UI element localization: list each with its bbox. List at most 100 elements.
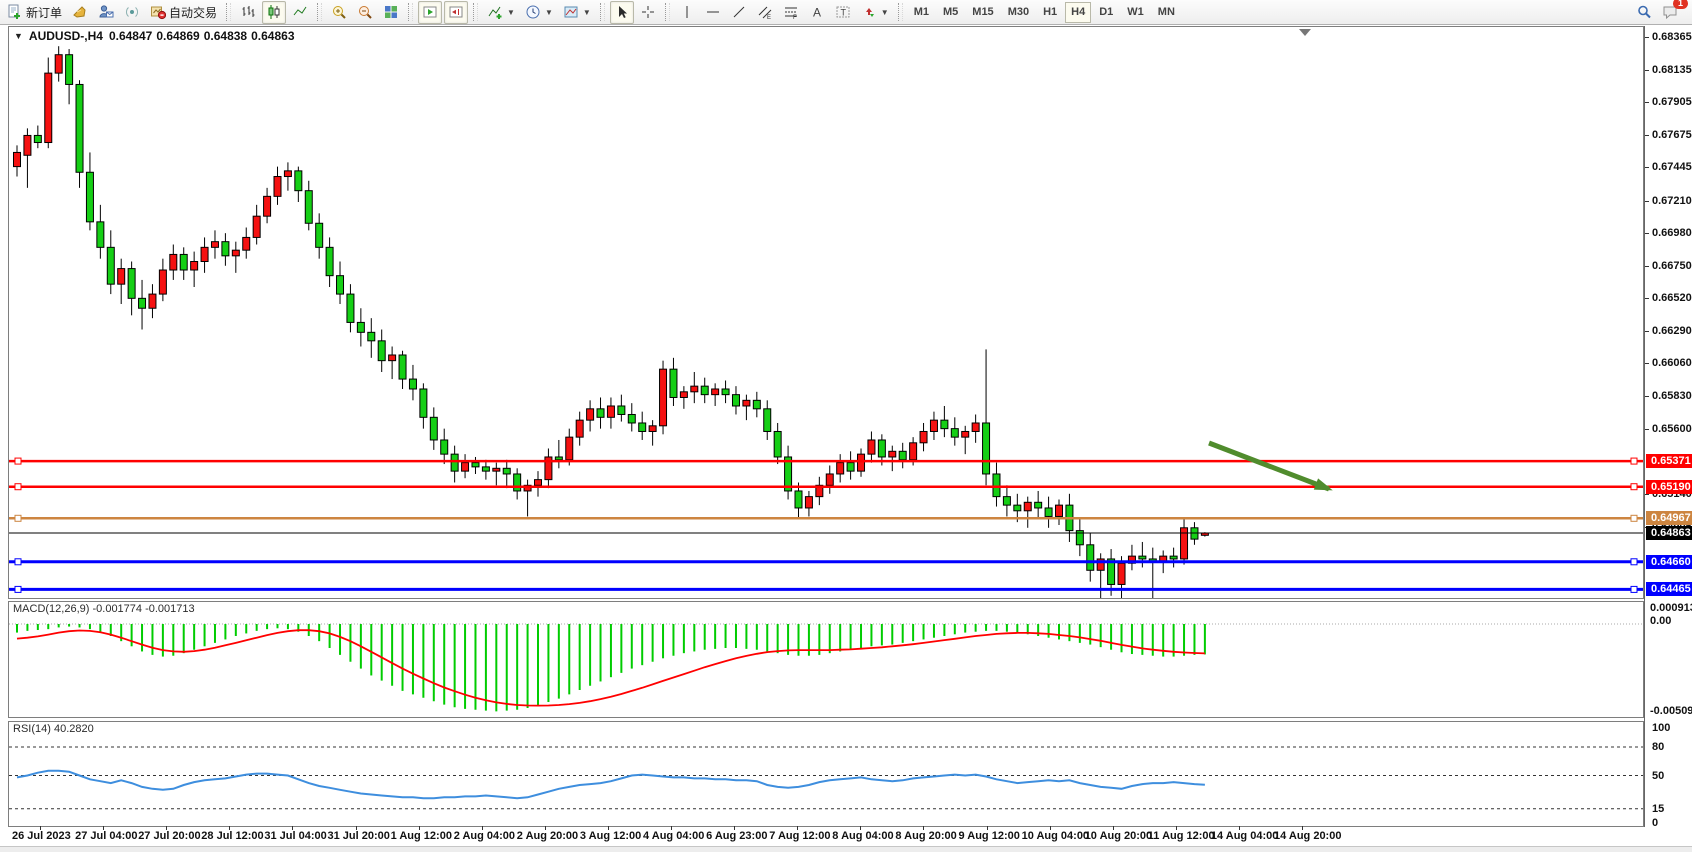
time-tick-label: 8 Aug 20:00 <box>895 830 956 842</box>
candle-bear <box>378 341 385 361</box>
line-handle[interactable] <box>1631 515 1637 521</box>
timeframe-W1[interactable]: W1 <box>1121 2 1150 23</box>
line-chart-button[interactable] <box>288 1 312 24</box>
line-handle[interactable] <box>1631 458 1637 464</box>
time-axis[interactable]: 26 Jul 202327 Jul 04:0027 Jul 20:0028 Ju… <box>8 827 1692 845</box>
candlestick-chart-canvas[interactable] <box>9 27 1643 598</box>
timeframe-MN[interactable]: MN <box>1152 2 1181 23</box>
candle-bull <box>930 420 937 431</box>
line-handle[interactable] <box>15 515 21 521</box>
zoom-in-button[interactable] <box>327 1 351 24</box>
price-tick-mark <box>1645 396 1649 397</box>
line-handle[interactable] <box>1631 484 1637 490</box>
candle-bear <box>316 223 323 247</box>
timeframe-M5[interactable]: M5 <box>937 2 964 23</box>
autotrading-button[interactable]: 自动交易 <box>146 1 221 24</box>
price-axis[interactable]: 0.683650.681350.679050.676750.674450.672… <box>1644 26 1692 845</box>
history-horn-button[interactable] <box>68 1 92 24</box>
timeframe-M1[interactable]: M1 <box>908 2 935 23</box>
fibonacci-tool-button[interactable]: F <box>779 1 803 24</box>
line-handle[interactable] <box>15 458 21 464</box>
bar-chart-button[interactable] <box>236 1 260 24</box>
rsi-axis-label: 15 <box>1652 803 1664 815</box>
candlestick-chart-button[interactable] <box>262 1 286 24</box>
crosshair-button[interactable] <box>636 1 660 24</box>
text-label-tool-button[interactable]: T <box>831 1 855 24</box>
timeframe-D1[interactable]: D1 <box>1093 2 1119 23</box>
auto-scroll-button[interactable] <box>418 1 442 24</box>
cursor-icon <box>614 4 630 20</box>
text-tool-button[interactable]: A <box>805 1 829 24</box>
line-handle[interactable] <box>1631 559 1637 565</box>
ohlc-close: 0.64863 <box>251 29 294 43</box>
horizontal-line-tool-button[interactable] <box>701 1 725 24</box>
rsi-chart-canvas[interactable] <box>9 722 1643 826</box>
notifications-button[interactable]: 1 <box>1658 1 1683 24</box>
arrows-tool-button[interactable]: ▼ <box>857 1 893 24</box>
timeframe-H1[interactable]: H1 <box>1037 2 1063 23</box>
tile-windows-button[interactable] <box>379 1 403 24</box>
candle-bear <box>337 276 344 294</box>
candle-bull <box>253 216 260 237</box>
trendline-tool-button[interactable] <box>727 1 751 24</box>
candle-bear <box>899 451 906 459</box>
periods-button[interactable]: ▼ <box>521 1 557 24</box>
timeframe-M30[interactable]: M30 <box>1002 2 1035 23</box>
chart-shift-marker-icon[interactable] <box>1299 29 1311 36</box>
candle-bear <box>347 294 354 322</box>
rsi-panel[interactable]: RSI(14) 40.2820 <box>8 721 1644 827</box>
candle-bear <box>305 191 312 224</box>
timeframe-group: M1M5M15M30H1H4D1W1MN <box>907 2 1182 23</box>
trend-arrow-annotation[interactable] <box>1209 443 1329 489</box>
time-tick-label: 27 Jul 20:00 <box>138 830 200 842</box>
channel-tool-button[interactable]: E <box>753 1 777 24</box>
candle-bull <box>14 152 21 166</box>
candle-bull <box>962 431 969 437</box>
macd-axis-label: -0.005093 <box>1650 705 1692 717</box>
candle-bull <box>607 406 614 417</box>
candle-bull <box>743 400 750 406</box>
price-tick-label: 0.66750 <box>1652 260 1692 272</box>
svg-text:A: A <box>813 6 821 20</box>
toolbar-separator <box>408 3 413 21</box>
candle-bear <box>670 369 677 397</box>
macd-chart-canvas[interactable] <box>9 602 1643 717</box>
line-handle[interactable] <box>15 559 21 565</box>
candle-bull <box>118 269 125 285</box>
main-chart-panel[interactable]: ▼ AUDUSD-,H4 0.64847 0.64869 0.64838 0.6… <box>8 26 1644 599</box>
arrows-icon <box>861 4 877 20</box>
vertical-line-tool-button[interactable] <box>675 1 699 24</box>
new-order-button[interactable]: 新订单 <box>3 1 66 24</box>
candle-bear <box>503 468 510 474</box>
candle-bull <box>389 355 396 361</box>
candle-bull <box>264 196 271 216</box>
macd-panel[interactable]: MACD(12,26,9) -0.001774 -0.001713 <box>8 601 1644 718</box>
chart-shift-button[interactable] <box>444 1 468 24</box>
text-icon: A <box>809 4 825 20</box>
candle-bear <box>1139 556 1146 559</box>
one-click-trading-arrow-icon[interactable]: ▼ <box>14 31 23 41</box>
indicators-button[interactable]: ▼ <box>483 1 519 24</box>
time-tick-label: 6 Aug 23:00 <box>706 830 767 842</box>
candle-bear <box>597 409 604 417</box>
line-handle[interactable] <box>15 586 21 592</box>
line-handle[interactable] <box>15 484 21 490</box>
price-tick-label: 0.68135 <box>1652 64 1692 76</box>
line-handle[interactable] <box>1631 586 1637 592</box>
search-button[interactable] <box>1632 1 1656 24</box>
price-tick-mark <box>1645 331 1649 332</box>
candlestick-chart-icon <box>266 4 282 20</box>
price-tick-mark <box>1645 298 1649 299</box>
templates-button[interactable]: ▼ <box>559 1 595 24</box>
signals-button[interactable] <box>120 1 144 24</box>
candle-bull <box>858 454 865 471</box>
timeframe-M15[interactable]: M15 <box>966 2 999 23</box>
autotrading-icon <box>150 4 166 20</box>
chart-shift-icon <box>448 4 464 20</box>
candle-bull <box>191 262 198 270</box>
timeframe-H4[interactable]: H4 <box>1065 2 1091 23</box>
zoom-out-button[interactable] <box>353 1 377 24</box>
cursor-button[interactable] <box>610 1 634 24</box>
mailbox-button[interactable] <box>94 1 118 24</box>
toolbar: 新订单 自动交易 <box>0 0 1692 25</box>
